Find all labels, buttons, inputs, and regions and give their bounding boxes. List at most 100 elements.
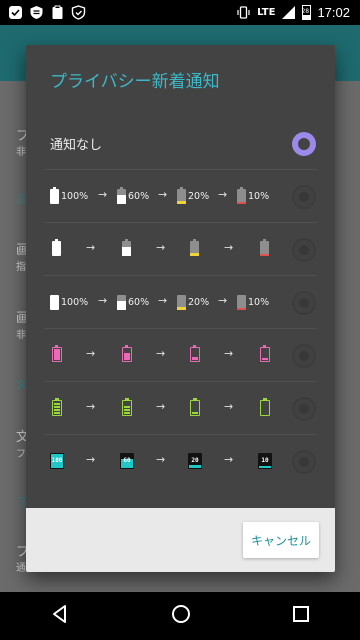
battery-full-icon [50, 186, 59, 204]
battery-sequence: 100% → 60% → 20% → 10% [50, 290, 285, 314]
clock: 17:02 [317, 5, 350, 20]
pink-battery-20-icon [190, 345, 200, 362]
green-battery-60-icon [122, 398, 132, 416]
option-green-battery[interactable]: → → → [26, 382, 335, 435]
radio-unselected[interactable] [292, 185, 316, 209]
home-icon[interactable] [171, 604, 191, 628]
option-white-block-percent[interactable]: 100% → 60% → 20% → 10% [26, 276, 335, 329]
check-notification-icon [8, 5, 23, 20]
dialog-title: プライバシー新着通知 [50, 72, 220, 92]
battery-60-icon [122, 239, 131, 256]
option-no-notification[interactable]: 通知なし [26, 117, 335, 170]
bg-item-2-sub: 指 [16, 262, 26, 273]
battery-sequence: → → → [50, 396, 285, 420]
percent-label: 100% [61, 296, 89, 308]
arrow: → [86, 241, 96, 254]
battery-20-icon [190, 239, 199, 256]
battery-sequence: 100 → 60 → 20 → 10 [50, 449, 285, 473]
radio-unselected[interactable] [292, 397, 316, 421]
block-60-icon [117, 294, 126, 310]
cyan-battery-level: 60 [123, 457, 131, 464]
arrow: → [224, 241, 234, 254]
arrow: → [156, 241, 166, 254]
arrow: → [156, 347, 166, 360]
radio-unselected[interactable] [292, 291, 316, 315]
signal-icon [281, 5, 296, 20]
battery-20-icon [177, 186, 186, 204]
cyan-battery-level: 100 [51, 457, 63, 464]
green-battery-20-icon [190, 398, 200, 416]
option-label: 通知なし [50, 138, 103, 153]
network-type-label: LTE [257, 7, 276, 18]
recents-icon[interactable] [292, 605, 310, 627]
cyan-battery-100-icon: 100 [50, 453, 64, 469]
level-20: 20% [177, 184, 209, 208]
level-100: 100% [50, 290, 88, 314]
arrow: → [224, 347, 234, 360]
battery-full-icon [52, 239, 61, 256]
block-full-icon [50, 294, 59, 310]
arrow: → [224, 453, 234, 466]
radio-unselected[interactable] [292, 344, 316, 368]
radio-unselected[interactable] [292, 450, 316, 474]
arrow: → [98, 294, 108, 307]
option-cyan-numbered-battery[interactable]: 100 → 60 → 20 → 10 [26, 435, 335, 488]
privacy-notification-dialog: プライバシー新着通知 通知なし 100% → 60% → 20% → 10% →… [26, 45, 335, 572]
bg-item-1-sub: 非 [16, 147, 26, 158]
percent-label: 10% [248, 190, 270, 202]
radio-selected[interactable] [292, 132, 316, 156]
percent-label: 20% [188, 296, 210, 308]
pink-battery-60-icon [122, 345, 132, 362]
bg-item-5-sub: 通 [16, 563, 26, 574]
level-10: 10% [237, 290, 269, 314]
radio-unselected[interactable] [292, 238, 316, 262]
bg-item-3-sub: 非 [16, 330, 26, 341]
arrow: → [218, 188, 228, 201]
battery-sequence: 100% → 60% → 20% → 10% [50, 184, 285, 208]
pink-battery-10-icon [260, 345, 270, 362]
green-battery-10-icon [260, 398, 270, 416]
percent-label: 60% [128, 296, 150, 308]
arrow: → [86, 400, 96, 413]
pink-battery-full-icon [52, 345, 62, 362]
level-60: 60% [117, 184, 149, 208]
shield-notification-icon [71, 5, 86, 20]
cancel-button[interactable]: キャンセル [243, 522, 319, 558]
level-20: 20% [177, 290, 209, 314]
back-icon[interactable] [50, 604, 70, 628]
percent-label: 20% [188, 190, 210, 202]
arrow: → [156, 453, 166, 466]
block-10-icon [237, 294, 246, 310]
level-60: 60% [117, 290, 149, 314]
percent-label: 100% [61, 190, 89, 202]
cyan-battery-level: 10 [261, 457, 269, 464]
cyan-battery-20-icon: 20 [188, 453, 202, 469]
arrow: → [224, 400, 234, 413]
percent-label: 60% [128, 190, 150, 202]
battery-level-label: 28 [301, 8, 310, 15]
cyan-battery-level: 20 [191, 457, 199, 464]
option-white-battery-percent[interactable]: 100% → 60% → 20% → 10% [26, 170, 335, 223]
battery-60-icon [117, 186, 126, 204]
arrow: → [86, 347, 96, 360]
status-bar: LTE 28 17:02 [0, 0, 360, 25]
battery-sequence: → → → [50, 237, 285, 261]
arrow: → [158, 188, 168, 201]
option-white-battery-plain[interactable]: → → → [26, 223, 335, 276]
bg-item-4-sub: フ [16, 449, 26, 460]
arrow: → [156, 400, 166, 413]
battery-10-icon [237, 186, 246, 204]
vibrate-icon [236, 5, 251, 20]
option-pink-battery[interactable]: → → → [26, 329, 335, 382]
percent-label: 10% [248, 296, 270, 308]
battery-sequence: → → → [50, 343, 285, 367]
cyan-battery-60-icon: 60 [120, 453, 134, 469]
battery-icon: 28 [301, 5, 312, 20]
cyan-battery-10-icon: 10 [258, 453, 272, 469]
app-notification-icon [29, 5, 44, 20]
battery-10-icon [260, 239, 269, 256]
dialog-footer: キャンセル [26, 508, 335, 572]
clipboard-notification-icon [50, 5, 65, 20]
navigation-bar [0, 592, 360, 640]
arrow: → [86, 453, 96, 466]
